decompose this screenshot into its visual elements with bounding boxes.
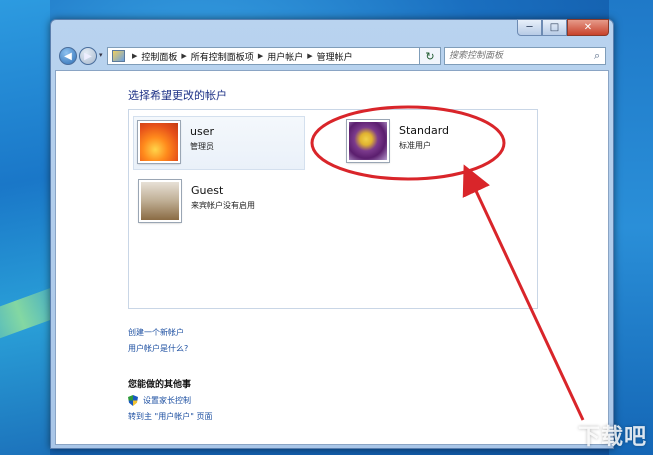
- chevron-right-icon[interactable]: ▶: [181, 52, 186, 60]
- history-dropdown-icon[interactable]: ▾: [99, 51, 103, 59]
- chevron-right-icon[interactable]: ▶: [132, 52, 137, 60]
- breadcrumb-manage-accounts[interactable]: 管理帐户: [317, 50, 353, 63]
- main-user-accounts-link[interactable]: 转到主 "用户帐户" 页面: [128, 411, 212, 422]
- content-pane: 选择希望更改的帐户 user 管理员 Standard 标准用户 Guest 来…: [55, 70, 609, 445]
- navigation-bar: ◀ ▶ ▾ ▶ 控制面板 ▶ 所有控制面板项 ▶ 用户帐户 ▶ 管理帐户 ▾ ↻…: [57, 45, 609, 69]
- account-user[interactable]: user 管理员: [133, 116, 305, 170]
- breadcrumb-all-items[interactable]: 所有控制面板项: [191, 50, 254, 63]
- chevron-right-icon[interactable]: ▶: [307, 52, 312, 60]
- control-panel-icon: [112, 50, 125, 62]
- account-name: user: [190, 125, 214, 138]
- parental-controls-link[interactable]: 设置家长控制: [128, 395, 212, 406]
- breadcrumb-control-panel[interactable]: 控制面板: [141, 50, 177, 63]
- shield-icon: [128, 395, 138, 406]
- account-links: 创建一个新帐户 用户帐户是什么?: [128, 327, 188, 359]
- account-role: 标准用户: [399, 141, 431, 150]
- flower-avatar: [137, 120, 181, 164]
- account-role: 管理员: [190, 142, 214, 151]
- account-standard[interactable]: Standard 标准用户: [346, 119, 450, 163]
- forward-button[interactable]: ▶: [79, 47, 97, 65]
- create-account-link[interactable]: 创建一个新帐户: [128, 327, 188, 338]
- accounts-list: user 管理员 Standard 标准用户 Guest 来宾帐户没有启用: [128, 109, 538, 309]
- back-button[interactable]: ◀: [59, 47, 77, 65]
- breadcrumb-user-accounts[interactable]: 用户帐户: [267, 50, 303, 63]
- page-title: 选择希望更改的帐户: [128, 89, 227, 102]
- search-icon[interactable]: ⌕: [594, 49, 600, 63]
- other-tasks-heading: 您能做的其他事: [128, 380, 192, 390]
- main-user-accounts-label: 转到主 "用户帐户" 页面: [128, 412, 213, 421]
- parental-controls-label: 设置家长控制: [143, 396, 191, 405]
- search-input[interactable]: [444, 47, 606, 65]
- account-name: Guest: [191, 184, 224, 197]
- desktop-background-left: [0, 0, 82, 455]
- chevron-right-icon[interactable]: ▶: [258, 52, 263, 60]
- account-role: 来宾帐户没有启用: [191, 201, 255, 210]
- window-controls: ─ □ ✕: [517, 19, 609, 36]
- ball-avatar: [346, 119, 390, 163]
- control-panel-window: ─ □ ✕ ◀ ▶ ▾ ▶ 控制面板 ▶ 所有控制面板项 ▶ 用户帐户 ▶ 管理…: [50, 19, 614, 449]
- account-guest[interactable]: Guest 来宾帐户没有启用: [138, 179, 255, 223]
- close-button[interactable]: ✕: [567, 19, 609, 36]
- account-name: Standard: [399, 124, 450, 137]
- address-bar[interactable]: ▶ 控制面板 ▶ 所有控制面板项 ▶ 用户帐户 ▶ 管理帐户 ▾: [107, 47, 437, 65]
- other-tasks: 设置家长控制 转到主 "用户帐户" 页面: [128, 395, 212, 427]
- minimize-button[interactable]: ─: [517, 19, 542, 36]
- watermark-logo: 下载吧: [577, 425, 647, 450]
- briefcase-avatar: [138, 179, 182, 223]
- desktop-background-right: [609, 0, 653, 455]
- refresh-button[interactable]: ↻: [419, 47, 441, 65]
- maximize-button[interactable]: □: [542, 19, 567, 36]
- what-is-account-link[interactable]: 用户帐户是什么?: [128, 343, 188, 354]
